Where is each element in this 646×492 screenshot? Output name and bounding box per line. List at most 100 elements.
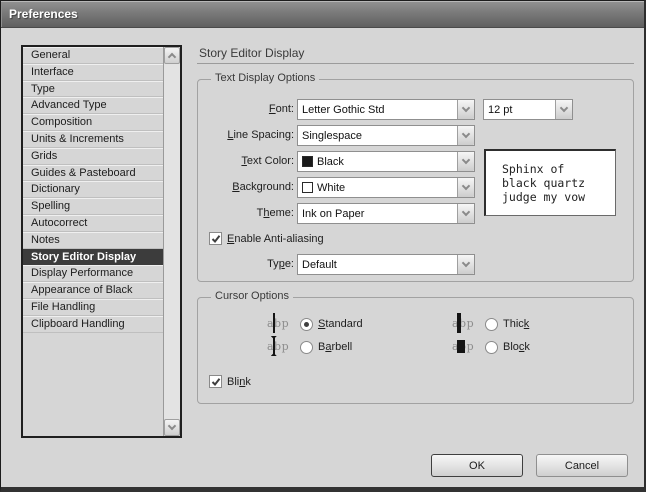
sidebar-item-label: Interface [31, 66, 74, 78]
window-title: Preferences [9, 7, 78, 21]
cursor-options-group: Cursor Options [197, 297, 634, 404]
ok-button[interactable]: OK [431, 454, 523, 477]
sidebar-item-label: File Handling [31, 301, 95, 313]
dropdown-button[interactable] [457, 126, 474, 145]
chevron-down-icon [462, 182, 470, 190]
sidebar-item-type[interactable]: Type [23, 81, 163, 98]
block-label: Block [503, 341, 530, 353]
background-value: White [317, 182, 455, 194]
text-preview-box: Sphinx of black quartz judge my vow [484, 149, 616, 216]
sidebar-item-dictionary[interactable]: Dictionary [23, 181, 163, 198]
barbell-cursor-icon: abp [267, 339, 289, 355]
color-swatch-black [302, 156, 313, 167]
radio-button[interactable] [300, 341, 313, 354]
chevron-down-icon [462, 259, 470, 267]
sidebar-item-units-increments[interactable]: Units & Increments [23, 131, 163, 148]
sidebar-item-label: Grids [31, 150, 57, 162]
sidebar-item-grids[interactable]: Grids [23, 148, 163, 165]
enable-anti-aliasing-checkbox[interactable]: Enable Anti-aliasing [209, 232, 324, 245]
theme-label: Theme: [197, 203, 294, 224]
barbell-label: Barbell [318, 341, 352, 353]
sidebar-item-file-handling[interactable]: File Handling [23, 299, 163, 316]
dropdown-button[interactable] [457, 152, 474, 171]
cursor-bar [457, 313, 461, 333]
sidebar-item-appearance-of-black[interactable]: Appearance of Black [23, 282, 163, 299]
background-label: Background: [197, 177, 294, 198]
chevron-down-icon [462, 104, 470, 112]
title-bar[interactable]: Preferences [1, 1, 644, 28]
thick-cursor-icon: abp [452, 316, 474, 332]
sidebar-item-label: Display Performance [31, 267, 133, 279]
scroll-down-button[interactable] [164, 419, 180, 436]
group-label: Text Display Options [211, 72, 319, 84]
cursor-bar [273, 313, 275, 333]
text-color-dropdown[interactable]: Black [297, 151, 475, 172]
radio-button[interactable] [485, 341, 498, 354]
theme-dropdown[interactable]: Ink on Paper [297, 203, 475, 224]
sidebar-item-advanced-type[interactable]: Advanced Type [23, 97, 163, 114]
preferences-dialog: Preferences General Interface Type Advan… [0, 0, 646, 492]
sidebar-item-story-editor-display[interactable]: Story Editor Display [23, 249, 163, 266]
checkbox-box[interactable] [209, 375, 222, 388]
standard-cursor-icon: abp [267, 316, 289, 332]
dropdown-button[interactable] [555, 100, 572, 119]
sidebar-item-label: Appearance of Black [31, 284, 133, 296]
enable-anti-aliasing-label: Enable Anti-aliasing [227, 233, 324, 245]
cursor-bar [273, 336, 275, 356]
sidebar-item-clipboard-handling[interactable]: Clipboard Handling [23, 316, 163, 333]
radio-button[interactable] [300, 318, 313, 331]
sidebar-item-label: Clipboard Handling [31, 318, 125, 330]
checkmark-icon [211, 234, 221, 244]
chevron-up-icon [168, 53, 176, 61]
anti-aliasing-type-value: Default [302, 259, 455, 271]
checkbox-box[interactable] [209, 232, 222, 245]
thick-cursor-radio[interactable]: abp Thick [452, 316, 529, 332]
color-swatch-white [302, 182, 313, 193]
sidebar-item-label: Dictionary [31, 183, 80, 195]
chevron-down-icon [168, 422, 176, 430]
anti-aliasing-type-dropdown[interactable]: Default [297, 254, 475, 275]
sidebar-item-composition[interactable]: Composition [23, 114, 163, 131]
sidebar-item-notes[interactable]: Notes [23, 232, 163, 249]
cancel-button[interactable]: Cancel [536, 454, 628, 477]
dropdown-button[interactable] [457, 100, 474, 119]
category-list: General Interface Type Advanced Type Com… [21, 45, 182, 438]
sidebar-item-guides-pasteboard[interactable]: Guides & Pasteboard [23, 165, 163, 182]
font-dropdown[interactable]: Letter Gothic Std [297, 99, 475, 120]
blink-checkbox[interactable]: Blink [209, 375, 251, 388]
list-scrollbar[interactable] [163, 47, 180, 436]
scroll-up-button[interactable] [164, 47, 180, 64]
sidebar-item-label: Advanced Type [31, 99, 107, 111]
cursor-sample-text: abp [452, 317, 474, 330]
group-label: Cursor Options [211, 290, 293, 302]
standard-label: Standard [318, 318, 363, 330]
cursor-bar [457, 340, 465, 353]
block-cursor-radio[interactable]: abp Block [452, 339, 530, 355]
blink-label: Blink [227, 376, 251, 388]
dropdown-button[interactable] [457, 204, 474, 223]
type-label: Type: [197, 254, 294, 275]
radio-button[interactable] [485, 318, 498, 331]
sidebar-item-autocorrect[interactable]: Autocorrect [23, 215, 163, 232]
line-spacing-dropdown[interactable]: Singlespace [297, 125, 475, 146]
chevron-down-icon [462, 130, 470, 138]
font-size-dropdown[interactable]: 12 pt [483, 99, 573, 120]
dropdown-button[interactable] [457, 255, 474, 274]
chevron-down-icon [462, 208, 470, 216]
standard-cursor-radio[interactable]: abp Standard [267, 316, 363, 332]
block-cursor-icon: abp [452, 339, 474, 355]
list-empty-area [23, 333, 163, 436]
barbell-cursor-radio[interactable]: abp Barbell [267, 339, 352, 355]
sidebar-item-display-performance[interactable]: Display Performance [23, 265, 163, 282]
sidebar-item-label: Type [31, 83, 55, 95]
sidebar-item-general[interactable]: General [23, 47, 163, 64]
sidebar-item-label: Guides & Pasteboard [31, 167, 136, 179]
font-value: Letter Gothic Std [302, 104, 455, 116]
sidebar-item-interface[interactable]: Interface [23, 64, 163, 81]
chevron-down-icon [560, 104, 568, 112]
sidebar-item-label: Autocorrect [31, 217, 87, 229]
background-dropdown[interactable]: White [297, 177, 475, 198]
dropdown-button[interactable] [457, 178, 474, 197]
theme-value: Ink on Paper [302, 208, 455, 220]
sidebar-item-spelling[interactable]: Spelling [23, 198, 163, 215]
